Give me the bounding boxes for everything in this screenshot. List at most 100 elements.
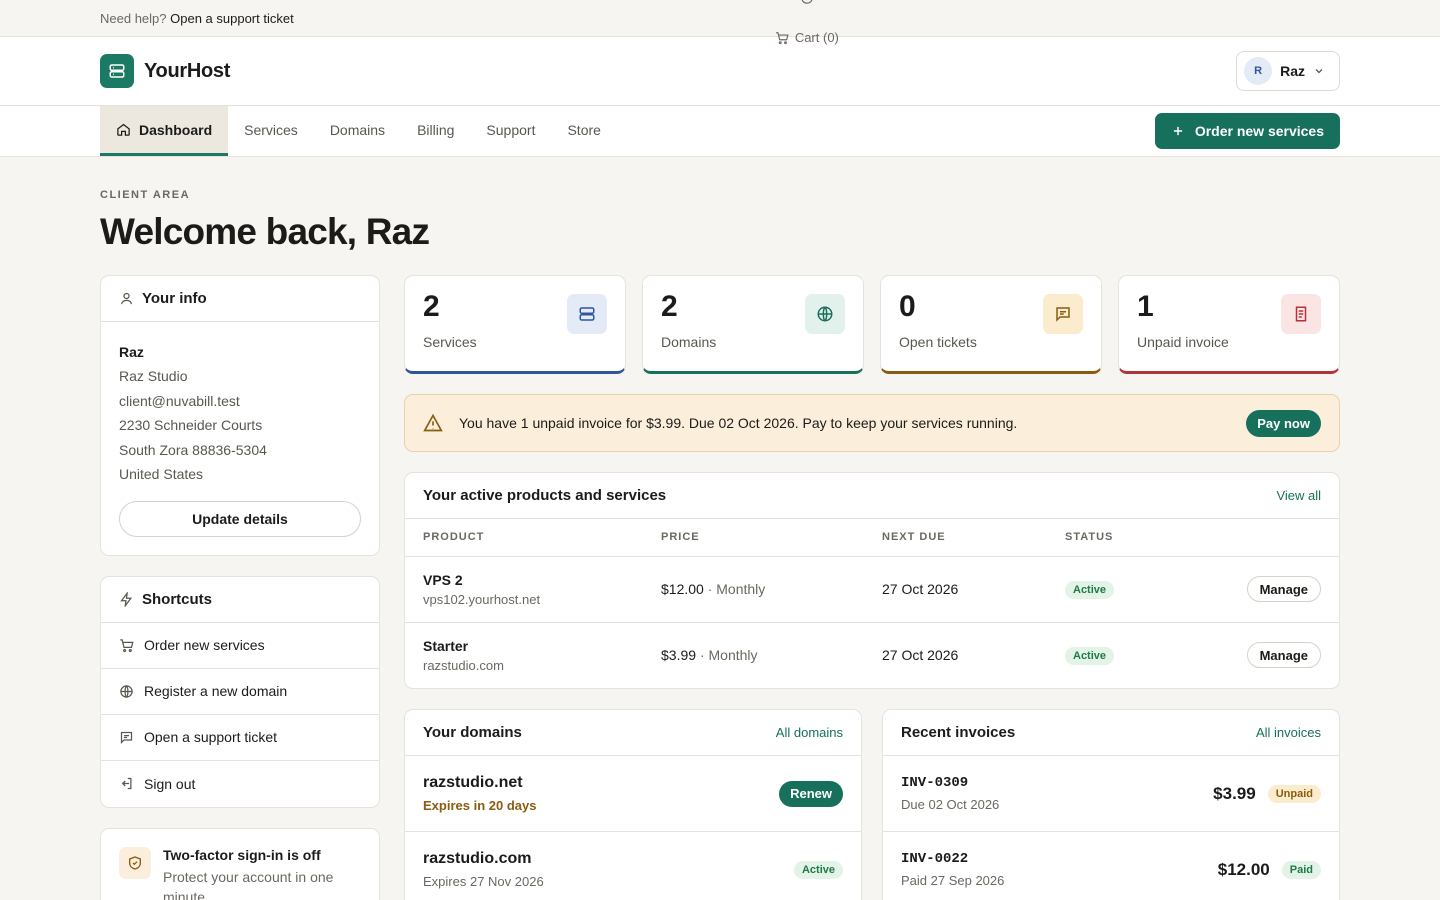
- card-title: Your active products and services: [423, 487, 667, 504]
- tab-support[interactable]: Support: [470, 106, 551, 156]
- tab-domains[interactable]: Domains: [314, 106, 401, 156]
- status-badge: Active: [793, 860, 843, 879]
- chevron-down-icon: [1315, 69, 1323, 74]
- lightning-icon: [120, 591, 133, 607]
- globe-icon: [120, 684, 133, 698]
- shortcut-register-domain[interactable]: Register a new domain: [101, 669, 379, 715]
- shortcut-sign-out[interactable]: Sign out: [101, 761, 379, 807]
- shortcut-label: Sign out: [144, 775, 196, 792]
- tab-store[interactable]: Store: [551, 106, 616, 156]
- view-all-services-link[interactable]: View all: [1276, 488, 1321, 503]
- sign-out-icon: [121, 777, 132, 790]
- tab-billing[interactable]: Billing: [401, 106, 470, 156]
- list-item[interactable]: INV-0022 Paid 27 Sep 2026 $12.00 Paid: [883, 832, 1339, 900]
- stat-card-tickets[interactable]: 0 Open tickets: [880, 275, 1102, 374]
- invoice-date: Due 02 Oct 2026: [901, 797, 1000, 812]
- tab-label: Store: [567, 121, 601, 138]
- card-title: Shortcuts: [142, 590, 213, 608]
- warning-icon: [423, 413, 443, 432]
- dark-mode-toggle[interactable]: [800, 0, 814, 8]
- two-factor-title: Two-factor sign-in is off: [163, 846, 321, 863]
- tab-label: Services: [244, 121, 298, 138]
- support-ticket-link[interactable]: Open a support ticket: [170, 11, 294, 26]
- domain-name: razstudio.net: [423, 774, 523, 791]
- card-title: Your domains: [423, 724, 522, 741]
- invoice-date: Paid 27 Sep 2026: [901, 873, 1005, 888]
- invoice-amount: $3.99: [1213, 783, 1256, 803]
- invoice-id: INV-0022: [901, 851, 969, 867]
- info-email: client@nuvabill.test: [119, 392, 240, 409]
- renew-button[interactable]: Renew: [779, 780, 843, 807]
- column-header: STATUS: [1047, 519, 1175, 557]
- brand-name: YourHost: [144, 59, 231, 82]
- product-price: $3.99: [661, 647, 697, 664]
- product-name: Starter: [423, 637, 469, 654]
- status-badge: Active: [1065, 580, 1115, 599]
- list-item[interactable]: INV-0309 Due 02 Oct 2026 $3.99 Unpaid: [883, 756, 1339, 832]
- user-name: Raz: [1280, 63, 1305, 79]
- page-eyebrow: CLIENT AREA: [100, 189, 191, 201]
- cart-icon: [775, 31, 789, 44]
- stat-label: Services: [423, 334, 477, 350]
- manage-button[interactable]: Manage: [1246, 576, 1321, 602]
- top-bar: Need help? Open a support ticket Cart (0…: [0, 0, 1440, 45]
- shortcuts-card: Shortcuts Order new services Register a …: [100, 575, 380, 808]
- invoice-id: INV-0309: [901, 775, 969, 791]
- globe-icon: [805, 294, 845, 334]
- all-domains-link[interactable]: All domains: [776, 725, 843, 740]
- brand[interactable]: YourHost: [100, 54, 230, 88]
- stat-card-services[interactable]: 2 Services: [404, 275, 626, 374]
- update-details-button[interactable]: Update details: [119, 500, 361, 537]
- stat-label: Domains: [661, 334, 717, 350]
- stat-label: Unpaid invoice: [1137, 334, 1229, 350]
- tab-label: Domains: [329, 121, 386, 138]
- stat-card-domains[interactable]: 2 Domains: [642, 275, 864, 374]
- main-nav: Dashboard Services Domains Billing Suppo…: [0, 106, 1440, 157]
- info-city: South Zora 88836-5304: [119, 441, 267, 458]
- shortcut-order-services[interactable]: Order new services: [101, 623, 379, 669]
- info-street: 2230 Schneider Courts: [119, 417, 263, 433]
- tab-label: Support: [486, 121, 536, 138]
- logo-icon: [100, 54, 134, 88]
- billing-cycle: · Monthly: [707, 581, 766, 597]
- moon-icon: [801, 0, 813, 4]
- invoices-card: Recent invoices All invoices INV-0309 Du…: [882, 709, 1340, 900]
- domain-name: razstudio.com: [423, 850, 532, 867]
- shortcut-label: Register a new domain: [144, 683, 288, 699]
- product-name: VPS 2: [423, 571, 463, 588]
- tab-services[interactable]: Services: [228, 106, 314, 156]
- alert-message: You have 1 unpaid invoice for $3.99. Due…: [459, 415, 1018, 431]
- all-invoices-link[interactable]: All invoices: [1256, 725, 1321, 740]
- page-title: Welcome back, Raz: [100, 211, 430, 252]
- domain-expiry: Expires in 20 days: [423, 798, 537, 813]
- status-badge: Unpaid: [1267, 784, 1321, 803]
- card-title: Recent invoices: [901, 724, 1016, 741]
- user-menu-button[interactable]: R Raz: [1236, 51, 1340, 91]
- product-host: vps102.yourhost.net: [423, 591, 541, 607]
- chat-icon: [120, 731, 133, 744]
- column-header: NEXT DUE: [864, 519, 1047, 557]
- server-icon: [567, 294, 607, 334]
- order-button-label: Order new services: [1194, 123, 1324, 139]
- tab-label: Dashboard: [139, 121, 213, 138]
- unpaid-invoice-alert: You have 1 unpaid invoice for $3.99. Due…: [404, 394, 1340, 452]
- info-company: Raz Studio: [119, 368, 188, 384]
- shortcut-support-ticket[interactable]: Open a support ticket: [101, 715, 379, 761]
- help-prefix: Need help?: [100, 10, 167, 26]
- pay-now-button[interactable]: Pay now: [1246, 409, 1321, 437]
- your-info-card: Your info Raz Raz Studio client@nuvabill…: [100, 275, 380, 556]
- two-factor-card[interactable]: Two-factor sign-in is off Protect your a…: [100, 827, 380, 900]
- manage-button[interactable]: Manage: [1246, 642, 1321, 669]
- invoice-icon: [1281, 294, 1321, 334]
- order-new-services-button[interactable]: Order new services: [1154, 113, 1340, 149]
- status-badge: Active: [1065, 646, 1115, 665]
- tab-dashboard[interactable]: Dashboard: [100, 106, 229, 156]
- stat-card-invoices[interactable]: 1 Unpaid invoice: [1118, 275, 1340, 374]
- cart-icon: [120, 638, 134, 652]
- product-host: razstudio.com: [423, 657, 504, 673]
- tab-label: Billing: [417, 121, 455, 138]
- domain-expiry: Expires 27 Nov 2026: [423, 874, 544, 889]
- cart-link[interactable]: Cart (0): [775, 30, 839, 45]
- billing-cycle: · Monthly: [699, 647, 758, 664]
- invoice-amount: $12.00: [1217, 859, 1270, 879]
